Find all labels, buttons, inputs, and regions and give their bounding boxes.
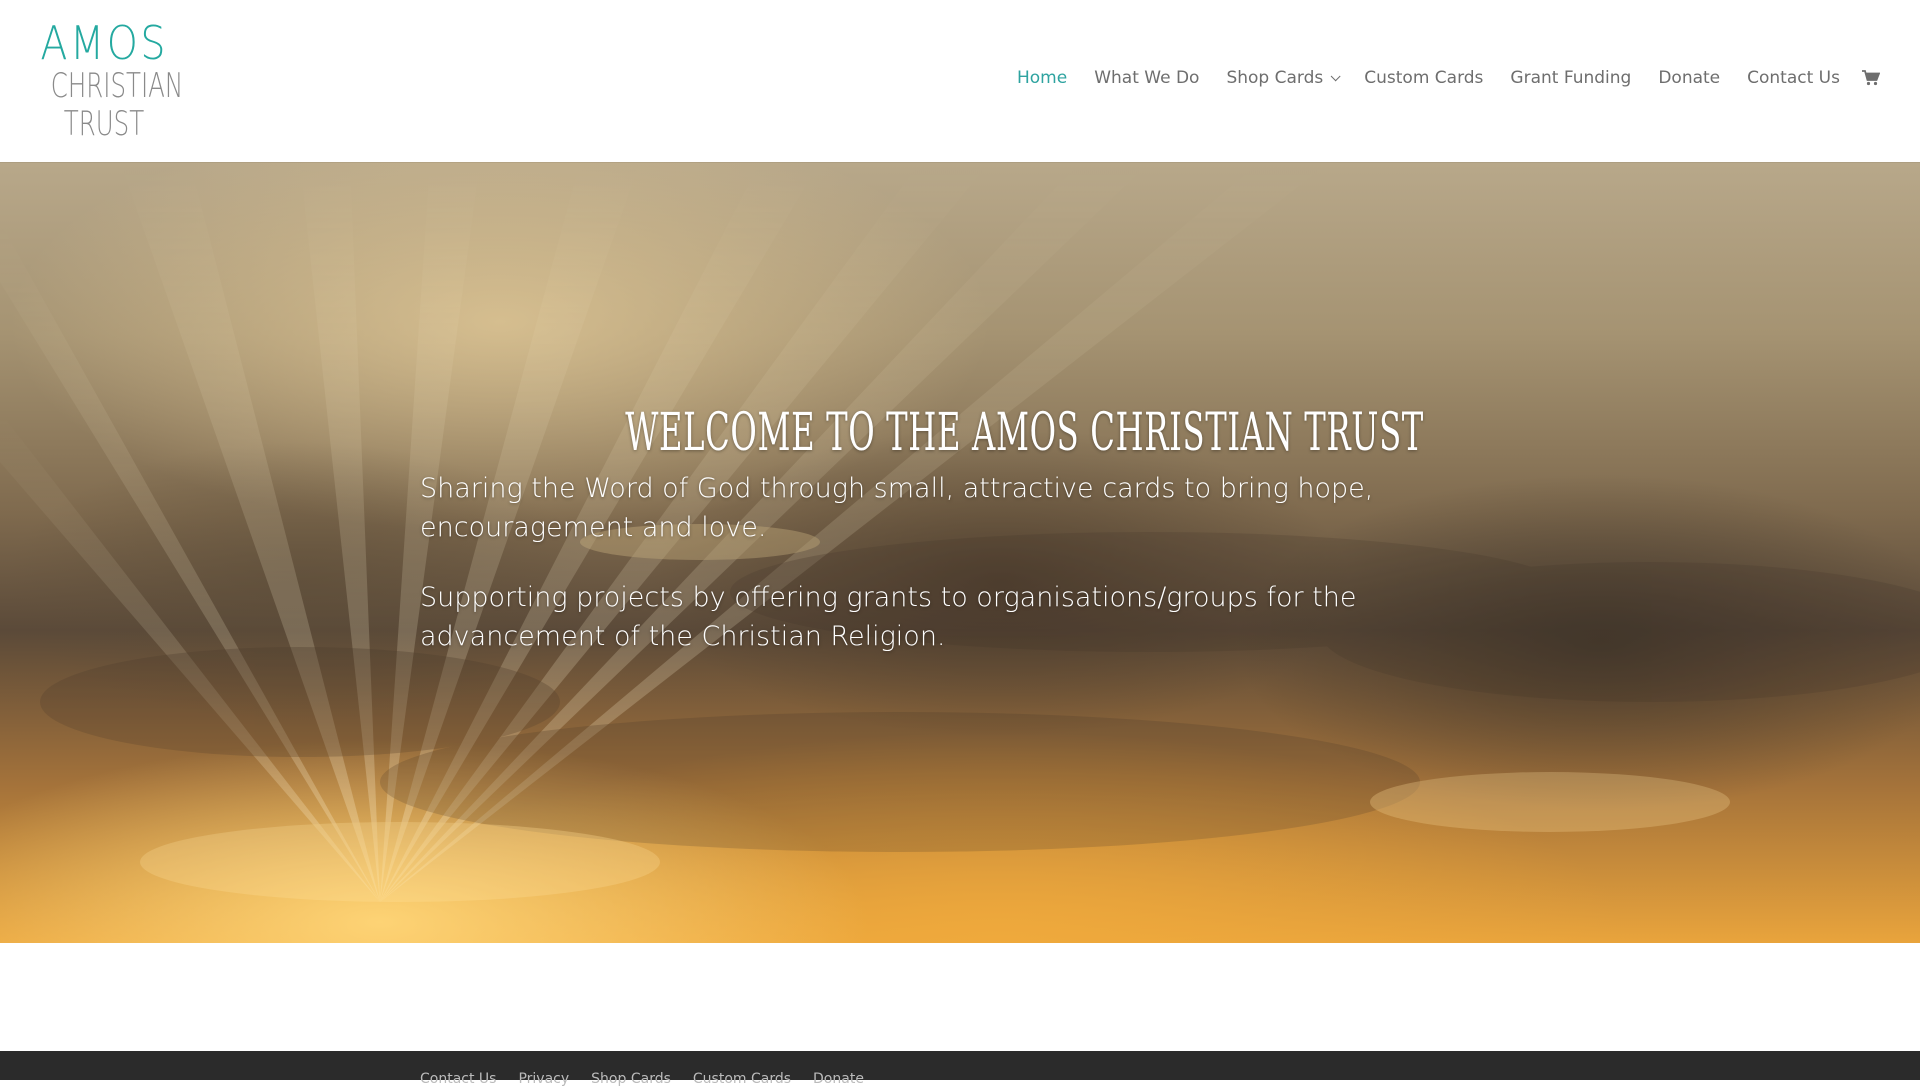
nav-item-label: What We Do (1094, 68, 1200, 88)
footer-nav: Contact Us Privacy Shop Cards Custom Car… (420, 1071, 886, 1087)
nav-item-contact-us[interactable]: Contact Us (1747, 68, 1840, 88)
footer-link-shop-cards[interactable]: Shop Cards (591, 1071, 671, 1087)
nav-item-label: Home (1017, 68, 1068, 88)
nav-item-shop-cards[interactable]: Shop Cards (1226, 68, 1341, 88)
footer-link-donate[interactable]: Donate (813, 1071, 864, 1087)
footer-link-privacy[interactable]: Privacy (518, 1071, 569, 1087)
main-nav: Home What We Do Shop Cards Custom Cards … (1017, 68, 1881, 88)
hero-banner: WELCOME TO THE AMOS CHRISTIAN TRUST Shar… (0, 162, 1920, 943)
hero-paragraph-cards: Sharing the Word of God through small, a… (420, 473, 1374, 543)
site-logo[interactable]: AMOS CHRISTIAN TRUST (30, 16, 184, 144)
nav-item-donate[interactable]: Donate (1658, 68, 1720, 88)
nav-item-label: Custom Cards (1364, 68, 1484, 88)
footer-link-contact-us[interactable]: Contact Us (420, 1071, 496, 1087)
site-footer: Contact Us Privacy Shop Cards Custom Car… (0, 1051, 1920, 1087)
hero-title: WELCOME TO THE AMOS CHRISTIAN TRUST (625, 402, 1424, 463)
nav-item-label: Grant Funding (1510, 68, 1632, 88)
chevron-down-icon (1330, 70, 1341, 81)
hero-paragraph-grants: Supporting projects by offering grants t… (420, 582, 1357, 652)
logo-line-amos: AMOS (40, 16, 169, 70)
nav-item-label: Donate (1658, 68, 1721, 88)
nav-item-what-we-do[interactable]: What We Do (1094, 68, 1199, 88)
logo-line-christian: CHRISTIAN (50, 66, 184, 106)
site-header: AMOS CHRISTIAN TRUST Home What We Do Sho… (0, 0, 1920, 162)
shopping-cart-icon-graphic (1862, 70, 1881, 86)
nav-item-custom-cards[interactable]: Custom Cards (1364, 68, 1483, 88)
nav-item-grant-funding[interactable]: Grant Funding (1510, 68, 1631, 88)
shopping-cart-icon[interactable] (1862, 70, 1881, 86)
sun-rays-background (0, 162, 1920, 902)
nav-item-label: Shop Cards (1226, 68, 1324, 88)
logo-line-trust: TRUST (63, 104, 145, 144)
nav-item-home[interactable]: Home (1017, 68, 1067, 88)
footer-link-custom-cards[interactable]: Custom Cards (693, 1071, 791, 1087)
nav-item-label: Contact Us (1747, 68, 1840, 88)
